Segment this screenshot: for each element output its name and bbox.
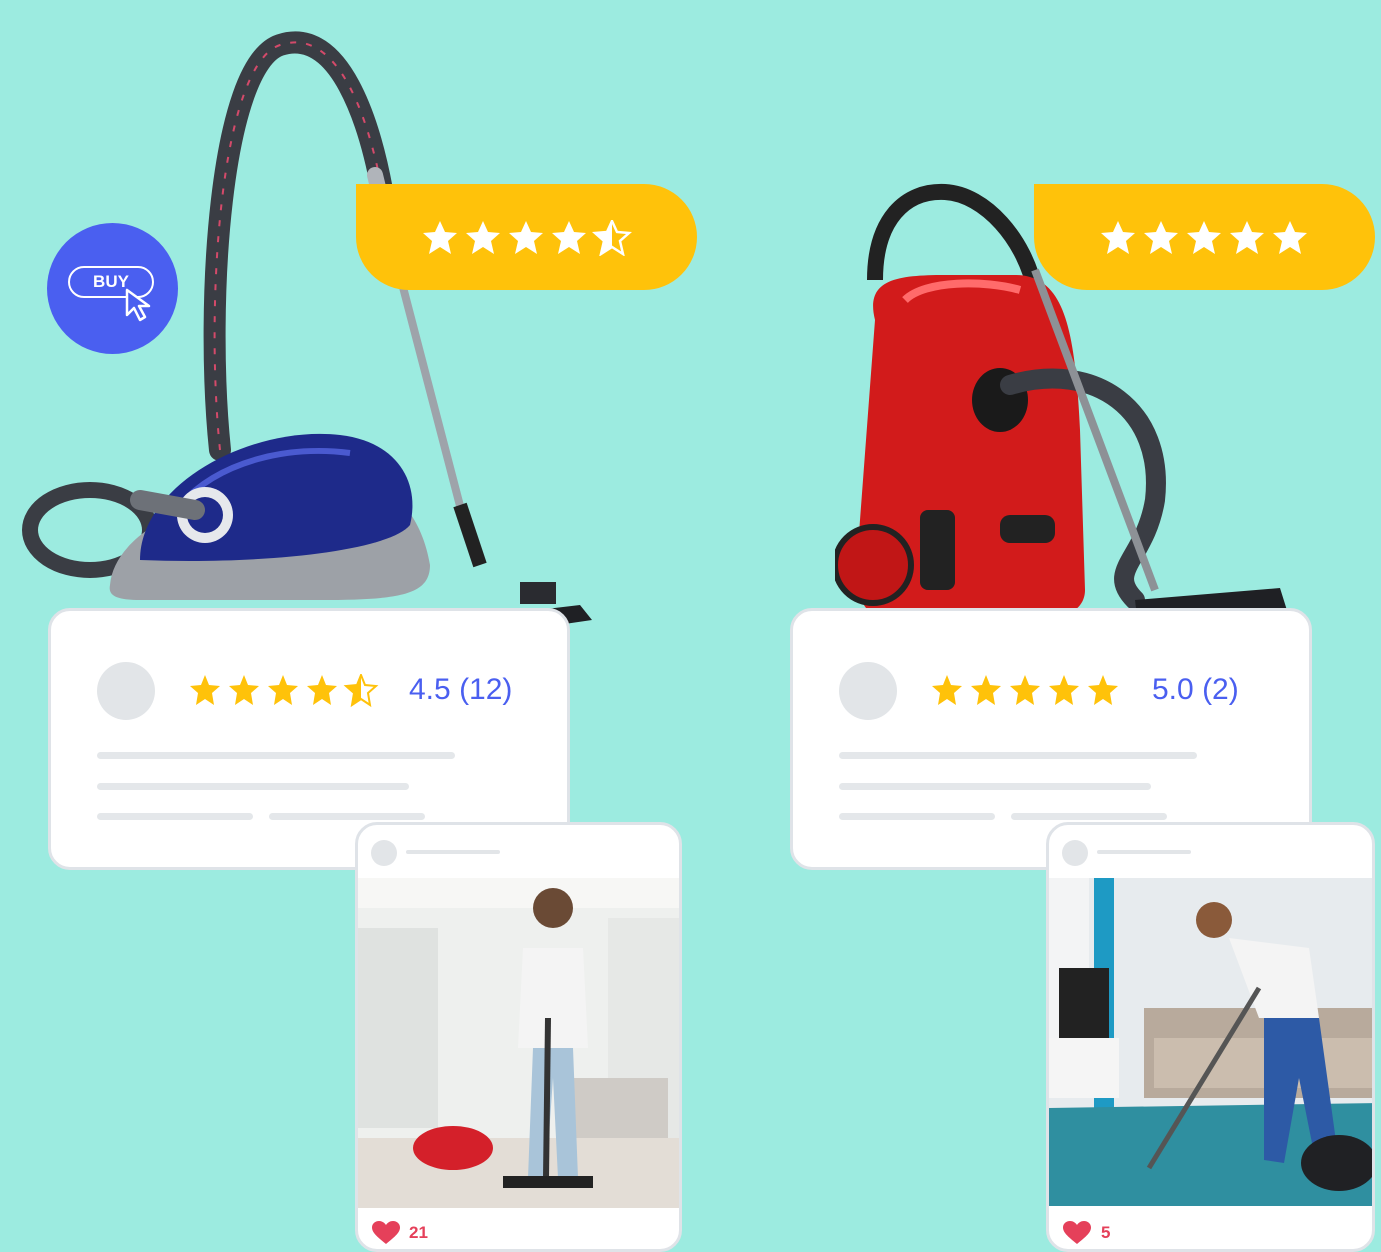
rating-summary: 4.5 (12) [409,673,512,707]
text-placeholder-line [269,813,425,820]
post-author-placeholder [406,850,500,854]
star-rating-icons [1101,221,1307,254]
buy-button[interactable]: BUY [47,223,178,354]
social-post[interactable]: 5 [1046,822,1375,1252]
text-placeholder-line [839,813,995,820]
star-rating-icons [423,220,632,256]
text-placeholder-line [97,783,409,790]
rating-bubble [1034,184,1375,290]
reviewer-avatar [839,662,897,720]
cursor-icon [125,288,151,322]
rating-count: (12) [459,673,513,706]
post-author-avatar [371,840,397,866]
rating-value: 4.5 [409,673,451,706]
text-placeholder-line [839,783,1151,790]
post-photo [358,878,679,1208]
heart-icon[interactable] [372,1221,400,1245]
like-count: 5 [1101,1223,1111,1242]
rating-value: 5.0 [1152,673,1194,706]
rating-summary: 5.0 (2) [1152,673,1239,707]
rating-bubble [356,184,697,290]
post-author-placeholder [1097,850,1191,854]
post-photo [1049,878,1372,1206]
social-post[interactable]: 21 [355,822,682,1252]
star-rating-icons [932,675,1118,705]
like-count: 21 [409,1223,428,1242]
text-placeholder-line [839,752,1197,759]
text-placeholder-line [97,813,253,820]
text-placeholder-line [97,752,455,759]
post-author-avatar [1062,840,1088,866]
text-placeholder-line [1011,813,1167,820]
reviewer-avatar [97,662,155,720]
rating-count: (2) [1202,673,1239,706]
star-rating-icons [190,674,379,708]
heart-icon[interactable] [1063,1221,1091,1245]
